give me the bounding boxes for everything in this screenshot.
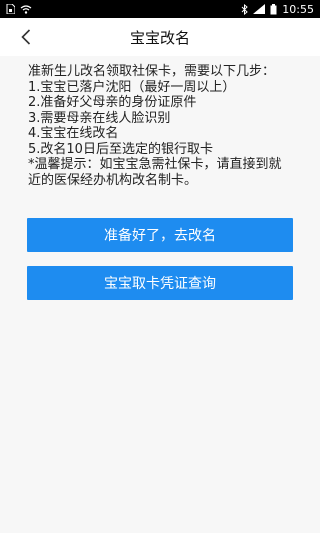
steps-list: 1.宝宝已落户沈阳（最好一周以上） 2.准备好父母亲的身份证原件 3.需要母亲在… [28, 80, 294, 158]
status-time: 10:55 [282, 2, 314, 16]
step-item-5: 5.改名10日后至选定的银行取卡 [28, 141, 213, 157]
sim-card-icon [6, 4, 15, 14]
pickup-voucher-query-button[interactable]: 宝宝取卡凭证查询 [27, 266, 293, 300]
wifi-icon [20, 4, 32, 14]
battery-icon [270, 3, 277, 15]
back-button[interactable] [16, 27, 36, 47]
nav-bar: 宝宝改名 [0, 18, 320, 56]
step-item-2: 2.准备好父母亲的身份证原件 [28, 95, 197, 110]
step-item-1: 1.宝宝已落户沈阳（最好一周以上） [28, 79, 236, 95]
step-item-3: 3.需要母亲在线人脸识别 [28, 110, 171, 126]
intro-text: 准新生儿改名领取社保卡，需要以下几步： [28, 64, 276, 79]
page-title: 宝宝改名 [129, 28, 190, 47]
chevron-left-icon [21, 29, 31, 45]
go-rename-button[interactable]: 准备好了，去改名 [27, 218, 293, 252]
bluetooth-icon [241, 3, 249, 15]
instructions-content: 准新生儿改名领取社保卡，需要以下几步： 1.宝宝已落户沈阳（最好一周以上） 2.… [0, 56, 320, 188]
tip-text: *温馨提示：如宝宝急需社保卡，请直接到就近的医保经办机构改名制卡。 [28, 157, 282, 188]
signal-icon [253, 4, 266, 14]
status-bar: 10:55 [0, 0, 320, 18]
status-bar-right: 10:55 [241, 3, 314, 16]
status-bar-left [6, 4, 32, 14]
step-item-4: 4.宝宝在线改名 [28, 126, 119, 141]
